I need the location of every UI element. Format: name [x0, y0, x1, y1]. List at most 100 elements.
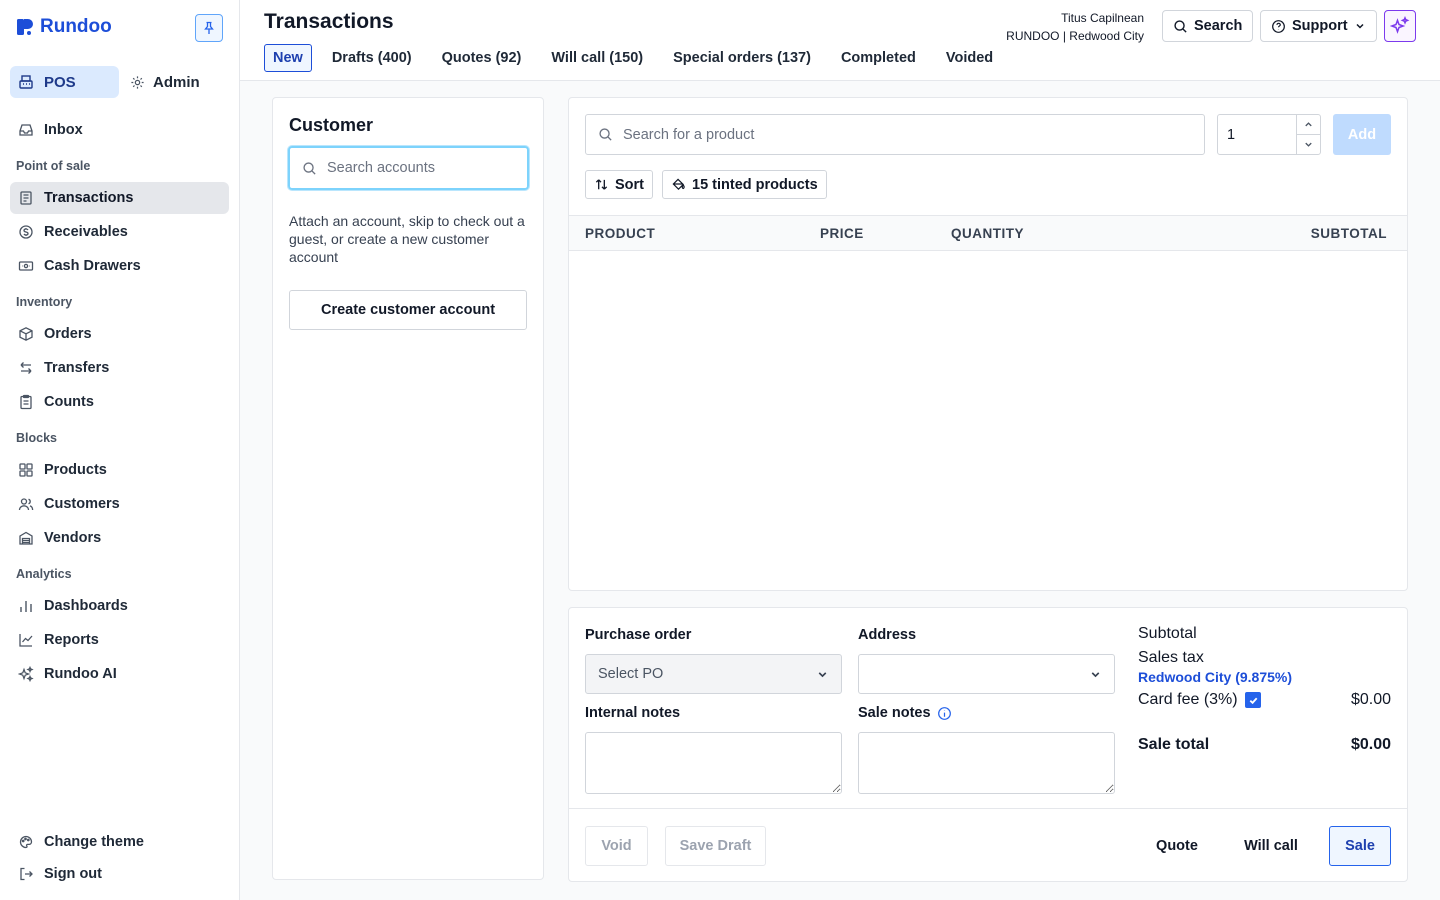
create-customer-account-button[interactable]: Create customer account — [289, 290, 527, 330]
change-theme-button[interactable]: Change theme — [10, 826, 229, 858]
customer-help-text: Attach an account, skip to check out a g… — [289, 213, 525, 265]
account-search-field[interactable] — [288, 146, 529, 190]
internal-notes-textarea[interactable] — [585, 732, 842, 794]
will-call-button[interactable]: Will call — [1233, 826, 1309, 866]
app-logo[interactable]: Rundoo — [16, 16, 112, 38]
nav-rundoo-ai[interactable]: Rundoo AI — [10, 658, 229, 690]
subtotal-label: Subtotal — [1138, 625, 1197, 642]
nav-transfers[interactable]: Transfers — [10, 352, 229, 384]
product-search-field[interactable] — [585, 114, 1205, 155]
page-title: Transactions — [264, 10, 394, 33]
mode-pos-label: POS — [44, 73, 76, 91]
tab-will-call[interactable]: Will call (150) — [541, 44, 653, 72]
tab-new[interactable]: New — [264, 44, 312, 72]
sales-tax-label: Sales tax — [1138, 649, 1204, 666]
quantity-decrement-button[interactable] — [1297, 134, 1320, 154]
clipboard-icon — [20, 394, 32, 410]
nav-section-inventory: Inventory — [16, 295, 73, 309]
product-panel: 1 Add Sort 15 tinted products PRODUCT PR… — [568, 97, 1408, 591]
nav-transactions-label: Transactions — [44, 190, 134, 206]
tax-jurisdiction-link[interactable]: Redwood City (9.875%) — [1138, 669, 1292, 685]
nav-reports[interactable]: Reports — [10, 624, 229, 656]
check-icon — [1249, 697, 1257, 704]
chevron-down-icon — [1091, 671, 1100, 677]
nav-vendors[interactable]: Vendors — [10, 522, 229, 554]
pin-sidebar-button[interactable] — [195, 14, 223, 42]
tab-drafts[interactable]: Drafts (400) — [322, 44, 422, 72]
nav-transactions[interactable]: Transactions — [10, 182, 229, 214]
address-select[interactable] — [858, 654, 1115, 694]
sparkles-icon — [1390, 16, 1410, 34]
search-icon — [1174, 19, 1187, 33]
quantity-stepper[interactable]: 1 — [1217, 114, 1321, 155]
mode-pos-button[interactable]: POS — [10, 66, 119, 98]
app-name: Rundoo — [40, 16, 112, 37]
purchase-order-select[interactable]: Select PO — [585, 654, 842, 694]
nav-counts[interactable]: Counts — [10, 386, 229, 418]
nav-vendors-label: Vendors — [44, 530, 102, 546]
palette-icon — [19, 835, 33, 849]
sort-button[interactable]: Sort — [585, 170, 653, 199]
tinted-products-button[interactable]: 15 tinted products — [662, 170, 827, 199]
nav-cash-drawers[interactable]: Cash Drawers — [10, 250, 229, 282]
nav-counts-label: Counts — [44, 394, 94, 410]
global-search-button[interactable]: Search — [1162, 10, 1254, 42]
tab-special-orders[interactable]: Special orders (137) — [663, 44, 821, 72]
tab-voided[interactable]: Voided — [936, 44, 1003, 72]
sign-out-button[interactable]: Sign out — [10, 858, 229, 890]
receipt-icon — [20, 191, 32, 205]
change-theme-label: Change theme — [44, 834, 144, 850]
sale-notes-textarea[interactable] — [858, 732, 1115, 794]
mode-admin-button[interactable]: Admin — [130, 66, 200, 98]
nav-customers[interactable]: Customers — [10, 488, 229, 520]
nav-orders[interactable]: Orders — [10, 318, 229, 350]
nav-dashboards[interactable]: Dashboards — [10, 590, 229, 622]
warehouse-icon — [19, 531, 33, 545]
sale-total-label: Sale total — [1138, 736, 1210, 753]
nav-inbox-label: Inbox — [44, 122, 83, 138]
void-button[interactable]: Void — [585, 826, 648, 866]
gear-icon — [131, 75, 144, 89]
quote-button[interactable]: Quote — [1143, 826, 1211, 866]
tab-completed[interactable]: Completed — [831, 44, 926, 72]
save-draft-button[interactable]: Save Draft — [665, 826, 766, 866]
checkout-panel: Purchase order Select PO Address Interna… — [568, 607, 1408, 882]
nav-section-analytics: Analytics — [16, 567, 72, 581]
account-search-input[interactable] — [327, 160, 507, 176]
card-fee-checkbox[interactable] — [1245, 692, 1261, 708]
purchase-order-label: Purchase order — [585, 627, 692, 643]
customer-panel: Customer Attach an account, skip to chec… — [272, 97, 544, 880]
quantity-spinner — [1296, 115, 1320, 154]
nav-section-blocks: Blocks — [16, 431, 57, 445]
page-header: Transactions New Drafts (400) Quotes (92… — [240, 0, 1440, 81]
sparkles-icon — [18, 666, 34, 682]
nav-dashboards-label: Dashboards — [44, 598, 128, 614]
sale-button[interactable]: Sale — [1329, 826, 1391, 866]
transaction-tabs: New Drafts (400) Quotes (92) Will call (… — [264, 44, 1013, 72]
col-subtotal: SUBTOTAL — [1310, 226, 1387, 241]
nav-receivables[interactable]: Receivables — [10, 216, 229, 248]
sale-notes-label: Sale notes — [858, 705, 931, 721]
box-icon — [19, 327, 33, 341]
nav-customers-label: Customers — [44, 496, 120, 512]
info-icon[interactable] — [937, 706, 952, 721]
customer-title: Customer — [289, 115, 374, 135]
quantity-increment-button[interactable] — [1297, 115, 1320, 134]
cash-icon — [18, 261, 34, 271]
rundoo-logo-icon — [17, 19, 33, 35]
product-search-input[interactable] — [623, 126, 1183, 143]
quantity-value[interactable]: 1 — [1218, 115, 1296, 154]
ai-assistant-button[interactable] — [1384, 10, 1416, 42]
tab-quotes[interactable]: Quotes (92) — [432, 44, 532, 72]
chevron-down-icon — [818, 671, 827, 677]
support-dropdown[interactable]: Support — [1260, 10, 1377, 42]
sign-out-label: Sign out — [44, 866, 102, 882]
nav-products[interactable]: Products — [10, 454, 229, 486]
internal-notes-label: Internal notes — [585, 705, 681, 721]
tinted-products-label: 15 tinted products — [692, 176, 818, 193]
add-product-button[interactable]: Add — [1333, 114, 1391, 155]
nav-inbox[interactable]: Inbox — [10, 114, 229, 146]
mode-admin-label: Admin — [153, 73, 200, 91]
chevron-up-icon — [1305, 122, 1312, 127]
sidebar: Rundoo POS Admin Inbox Point of sale Tra… — [0, 0, 240, 900]
